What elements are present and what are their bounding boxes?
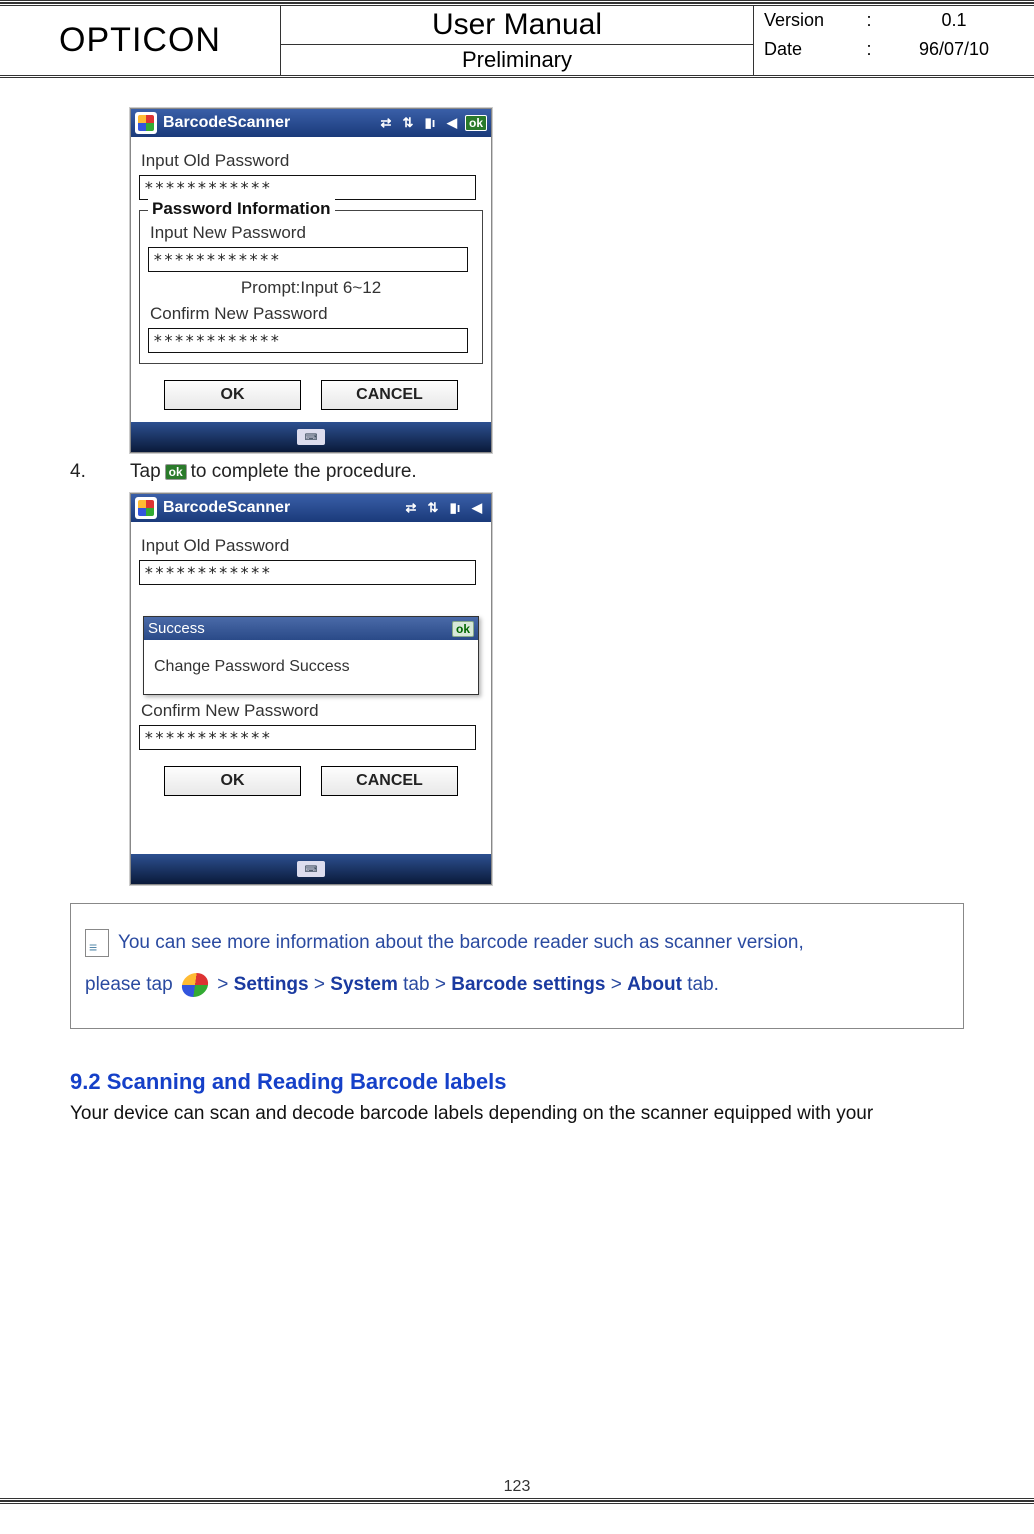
date-value: 96/07/10 — [884, 39, 1024, 60]
date-sep: : — [854, 39, 884, 60]
app-title: BarcodeScanner — [163, 114, 290, 132]
page-number: 123 — [0, 1478, 1034, 1496]
cancel-button[interactable]: CANCEL — [321, 380, 458, 410]
confirm-password-input[interactable]: ************ — [139, 725, 476, 750]
windows-start-icon — [180, 973, 209, 997]
popup-ok-button[interactable]: ok — [452, 621, 474, 637]
doc-subtitle: Preliminary — [281, 45, 753, 75]
gt1: > — [217, 974, 228, 995]
titlebar: BarcodeScanner ⇄ ⇅ ▮ı ◀ — [131, 494, 491, 522]
note-tab1: tab — [403, 974, 435, 995]
old-password-label: Input Old Password — [141, 151, 481, 171]
date-label: Date — [764, 39, 854, 60]
connectivity-icon[interactable]: ⇄ — [401, 498, 421, 518]
volume-icon[interactable]: ◀ — [442, 113, 462, 133]
page-header: OPTICON User Manual Preliminary Version … — [0, 3, 1034, 78]
note-tab2: tab. — [687, 974, 719, 995]
version-value: 0.1 — [884, 10, 1024, 31]
note-line2a: please tap — [85, 974, 178, 995]
note-line1: You can see more information about the b… — [118, 932, 804, 953]
ok-button[interactable]: OK — [164, 380, 301, 410]
fieldset-legend: Password Information — [148, 199, 335, 219]
screenshot-success: BarcodeScanner ⇄ ⇅ ▮ı ◀ Input Old Passwo… — [130, 493, 492, 885]
note-barcode: Barcode settings — [451, 974, 605, 995]
doc-title: User Manual — [281, 6, 753, 45]
step-text-after: to complete the procedure. — [191, 461, 417, 483]
popup-title-text: Success — [148, 620, 205, 637]
step-text-before: Tap — [130, 461, 161, 483]
old-password-label: Input Old Password — [141, 536, 481, 556]
old-password-input[interactable]: ************ — [139, 560, 476, 585]
keyboard-icon[interactable]: ⌨ — [297, 861, 325, 877]
section-body: Your device can scan and decode barcode … — [70, 1103, 964, 1125]
new-password-input[interactable]: ************ — [148, 247, 468, 272]
screenshot-password-change: BarcodeScanner ⇄ ⇅ ▮ı ◀ ok Input Old Pas… — [130, 108, 492, 453]
gt3: > — [435, 974, 446, 995]
gt4: > — [611, 974, 622, 995]
prompt-text: Prompt:Input 6~12 — [148, 278, 474, 298]
connectivity-icon[interactable]: ⇄ — [376, 113, 396, 133]
info-note: You can see more information about the b… — [70, 903, 964, 1029]
note-about: About — [627, 974, 682, 995]
start-icon[interactable] — [135, 112, 157, 134]
signal-icon[interactable]: ▮ı — [420, 113, 440, 133]
start-icon[interactable] — [135, 497, 157, 519]
volume-icon[interactable]: ◀ — [467, 498, 487, 518]
ok-icon: ok — [165, 464, 187, 480]
ok-button[interactable]: OK — [164, 766, 301, 796]
version-sep: : — [854, 10, 884, 31]
titlebar: BarcodeScanner ⇄ ⇅ ▮ı ◀ ok — [131, 109, 491, 137]
confirm-password-label: Confirm New Password — [150, 304, 472, 324]
titlebar-ok-button[interactable]: ok — [465, 115, 487, 131]
old-password-input[interactable]: ************ — [139, 175, 476, 200]
note-icon — [85, 929, 109, 957]
success-popup: Success ok Change Password Success — [143, 616, 479, 695]
bottom-bar: ⌨ — [131, 854, 491, 884]
step-number: 4. — [70, 461, 130, 483]
cancel-button[interactable]: CANCEL — [321, 766, 458, 796]
confirm-password-input[interactable]: ************ — [148, 328, 468, 353]
bottom-bar: ⌨ — [131, 422, 491, 452]
network-icon[interactable]: ⇅ — [423, 498, 443, 518]
section-heading: 9.2 Scanning and Reading Barcode labels — [70, 1069, 964, 1095]
network-icon[interactable]: ⇅ — [398, 113, 418, 133]
note-system: System — [330, 974, 398, 995]
confirm-password-label: Confirm New Password — [141, 701, 481, 721]
popup-body-text: Change Password Success — [144, 640, 478, 694]
keyboard-icon[interactable]: ⌨ — [297, 429, 325, 445]
brand: OPTICON — [0, 6, 281, 75]
note-settings: Settings — [234, 974, 309, 995]
version-label: Version — [764, 10, 854, 31]
app-title: BarcodeScanner — [163, 499, 290, 517]
gt2: > — [314, 974, 325, 995]
new-password-label: Input New Password — [150, 223, 472, 243]
signal-icon[interactable]: ▮ı — [445, 498, 465, 518]
step-4: 4. Tap ok to complete the procedure. — [70, 461, 964, 483]
